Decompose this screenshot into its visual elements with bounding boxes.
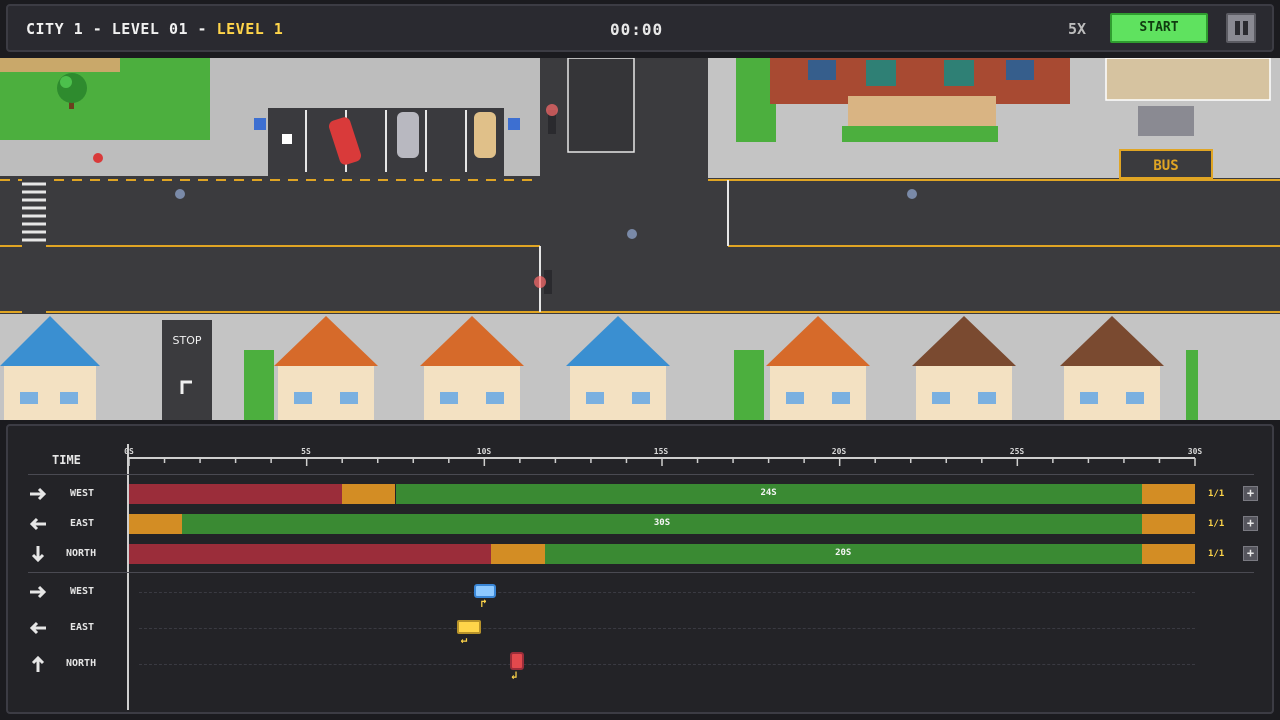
start-button[interactable]: START xyxy=(1110,13,1208,43)
light-row-label: WEST xyxy=(70,488,95,499)
add-phase-button[interactable]: + xyxy=(1243,516,1258,531)
light-track-east[interactable]: 30S xyxy=(129,514,1195,534)
turn-arrow-icon: ↲ xyxy=(510,669,518,682)
add-phase-button[interactable]: + xyxy=(1243,546,1258,561)
game-timer: 00:00 xyxy=(610,20,664,39)
parked-car-grey xyxy=(397,112,419,158)
light-track-west[interactable]: 24S xyxy=(129,484,1195,504)
pause-icon-bar xyxy=(1243,21,1248,35)
signal-phase-red[interactable] xyxy=(129,544,492,564)
vehicle-row-label: EAST xyxy=(70,622,95,633)
divider xyxy=(28,474,1254,475)
signal-phase-yellow[interactable] xyxy=(1141,514,1195,534)
vehicle-marker-blue[interactable]: ↱ xyxy=(474,584,497,610)
car-icon xyxy=(509,652,524,670)
vehicle-marker-red[interactable]: ↲ xyxy=(509,652,526,682)
arrow-right-icon xyxy=(30,585,47,599)
top-bar-panel: CITY 1 - LEVEL 01 - LEVEL 1 00:00 5X STA… xyxy=(6,4,1274,52)
vehicle-lane-line xyxy=(139,664,1195,665)
light-track-north[interactable]: 20S xyxy=(129,544,1195,564)
time-ruler xyxy=(128,457,1196,466)
level-title: CITY 1 - LEVEL 01 - LEVEL 1 xyxy=(26,20,283,38)
add-phase-button[interactable]: + xyxy=(1243,486,1258,501)
parked-car-tan xyxy=(474,112,496,158)
timeline-panel: TIME 0S 5S 10S 15S 20S 25S 30S WEST 24S … xyxy=(6,424,1274,714)
vehicle-lane-line xyxy=(139,592,1195,593)
vehicle-row-label: WEST xyxy=(70,586,95,597)
green-duration-label: 20S xyxy=(835,548,852,558)
vehicle-marker-bus[interactable]: ↵ xyxy=(456,620,481,646)
game-root: CITY 1 - LEVEL 01 - LEVEL 1 00:00 5X STA… xyxy=(0,0,1280,720)
signal-phase-red[interactable] xyxy=(129,484,343,504)
time-label: TIME xyxy=(52,453,81,467)
city-map: BUS STOP xyxy=(0,58,1280,420)
green-duration-label: 24S xyxy=(760,488,777,498)
arrow-left-icon xyxy=(29,621,46,635)
vehicle-lane-line xyxy=(139,628,1195,629)
light-count: 1/1 xyxy=(1208,489,1225,499)
bus-label: BUS xyxy=(1153,158,1178,174)
pause-button[interactable] xyxy=(1226,13,1256,43)
fire-hydrant-icon xyxy=(93,153,103,163)
vehicle-row-label: NORTH xyxy=(66,658,97,669)
turn-arrow-icon: ↱ xyxy=(480,597,487,610)
arrow-down-icon xyxy=(31,546,45,563)
green-duration-label: 30S xyxy=(653,518,671,528)
bus-shelter xyxy=(1138,106,1194,136)
bus-icon xyxy=(456,620,481,634)
light-row-label: NORTH xyxy=(66,548,97,559)
crosswalk xyxy=(22,176,46,314)
top-bar: CITY 1 - LEVEL 01 - LEVEL 1 00:00 5X STA… xyxy=(0,0,1280,58)
signal-phase-yellow[interactable] xyxy=(1141,484,1195,504)
light-count: 1/1 xyxy=(1208,519,1225,529)
level-prefix: CITY 1 - LEVEL 01 - xyxy=(26,20,217,38)
signal-phase-yellow[interactable] xyxy=(1141,544,1195,564)
pause-icon xyxy=(1235,21,1240,35)
speed-toggle[interactable]: 5X xyxy=(1068,20,1086,38)
arrow-left-icon xyxy=(29,517,46,531)
signal-phase-yellow[interactable] xyxy=(491,544,545,564)
turn-arrow-icon: ↵ xyxy=(460,633,468,646)
arrow-up-icon xyxy=(31,655,45,672)
signal-phase-yellow[interactable] xyxy=(342,484,396,504)
signal-phase-yellow[interactable] xyxy=(129,514,183,534)
light-row-label: EAST xyxy=(70,518,95,529)
car-icon xyxy=(474,584,497,598)
light-count: 1/1 xyxy=(1208,549,1225,559)
level-name: LEVEL 1 xyxy=(216,20,284,38)
arrow-right-icon xyxy=(30,487,47,501)
divider xyxy=(28,572,1254,573)
stop-label: STOP xyxy=(173,334,202,347)
map-scene: BUS STOP xyxy=(0,58,1280,420)
